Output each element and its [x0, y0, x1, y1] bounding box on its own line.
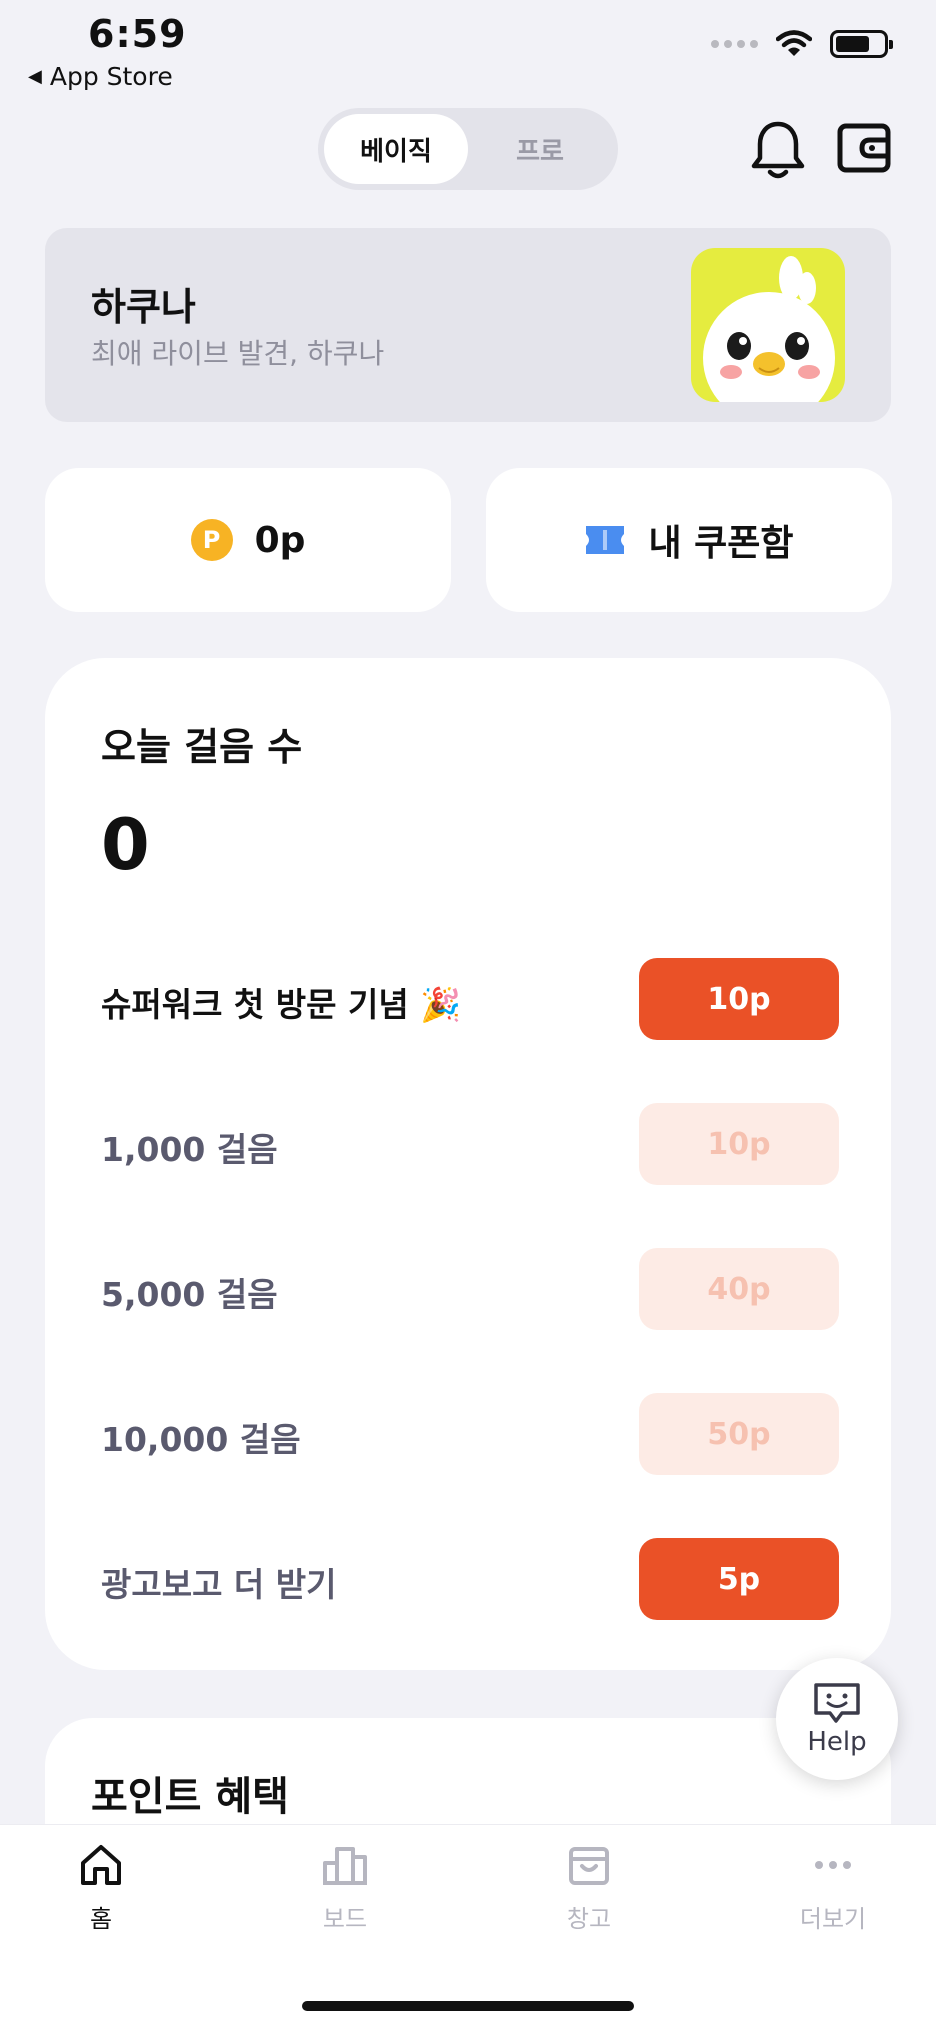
benefits-title: 포인트 혜택 — [91, 1774, 289, 1820]
plan-segment-control: 베이직 프로 — [318, 108, 618, 190]
ticket-icon — [586, 526, 625, 554]
point-benefits-card: 포인트 혜택 — [45, 1718, 891, 1838]
reward-row: 10,000 걸음 50p — [101, 1393, 839, 1475]
battery-icon — [830, 30, 893, 58]
status-time: 6:59 — [88, 12, 187, 56]
reward-row-label: 슈퍼워크 첫 방문 기념 🎉 — [101, 985, 462, 1024]
claim-5000-steps-button[interactable]: 40p — [639, 1248, 839, 1330]
bottom-tab-bar: 홈 보드 창고 더보기 — [0, 1824, 936, 2026]
tab-board-label: 보드 — [322, 1905, 368, 1933]
promo-banner[interactable]: 하쿠나 최애 라이브 발견, 하쿠나 — [45, 228, 891, 422]
coupon-label: 내 쿠폰함 — [648, 523, 794, 564]
more-icon — [815, 1861, 851, 1869]
status-indicators — [711, 30, 893, 58]
tab-board[interactable]: 보드 — [265, 1841, 425, 1961]
tab-more-label: 더보기 — [799, 1905, 867, 1933]
steps-count: 0 — [101, 804, 150, 886]
reward-row: 1,000 걸음 10p — [101, 1103, 839, 1185]
points-card[interactable]: P 0p — [45, 468, 451, 612]
reward-row-label: 10,000 걸음 — [101, 1420, 301, 1459]
tab-storage[interactable]: 창고 — [509, 1841, 669, 1961]
claim-ad-reward-button[interactable]: 5p — [639, 1538, 839, 1620]
wifi-icon — [776, 30, 812, 56]
banner-title: 하쿠나 — [91, 285, 196, 329]
reward-row: 5,000 걸음 40p — [101, 1248, 839, 1330]
chat-smile-icon — [814, 1683, 860, 1723]
cellular-signal-icon — [711, 40, 758, 48]
back-app-label: App Store — [49, 62, 173, 91]
claim-1000-steps-button[interactable]: 10p — [639, 1103, 839, 1185]
status-bar: 6:59 ◀ App Store — [0, 0, 936, 100]
home-icon — [81, 1845, 121, 1885]
claim-first-visit-button[interactable]: 10p — [639, 958, 839, 1040]
tab-more[interactable]: 더보기 — [753, 1841, 913, 1961]
duck-mascot-image — [691, 248, 845, 402]
steps-title: 오늘 걸음 수 — [101, 725, 303, 769]
segment-basic[interactable]: 베이직 — [324, 114, 468, 184]
bag-icon — [569, 1847, 609, 1885]
bell-icon[interactable] — [748, 118, 808, 182]
back-triangle-icon: ◀ — [28, 66, 42, 87]
steps-card: 오늘 걸음 수 0 슈퍼워크 첫 방문 기념 🎉 10p 1,000 걸음 10… — [45, 658, 891, 1670]
segment-pro[interactable]: 프로 — [468, 114, 612, 184]
home-indicator — [302, 2001, 634, 2011]
reward-row: 슈퍼워크 첫 방문 기념 🎉 10p — [101, 958, 839, 1040]
tab-home[interactable]: 홈 — [21, 1841, 181, 1961]
back-to-app-store[interactable]: ◀ App Store — [28, 62, 173, 91]
leaderboard-icon — [323, 1847, 367, 1885]
reward-row: 광고보고 더 받기 5p — [101, 1538, 839, 1620]
tab-storage-label: 창고 — [566, 1905, 612, 1933]
points-balance: 0p — [254, 519, 306, 561]
app-screen: 6:59 ◀ App Store 베이직 프로 하쿠나 최애 라이브 발견, 하 — [0, 0, 936, 2026]
reward-row-label: 5,000 걸음 — [101, 1275, 278, 1314]
banner-subtitle: 최애 라이브 발견, 하쿠나 — [91, 337, 385, 370]
wallet-icon[interactable] — [836, 120, 892, 176]
coupon-card[interactable]: 내 쿠폰함 — [486, 468, 892, 612]
point-coin-icon: P — [190, 519, 233, 561]
reward-row-label: 1,000 걸음 — [101, 1130, 278, 1169]
help-label: Help — [807, 1727, 867, 1757]
reward-row-label: 광고보고 더 받기 — [101, 1565, 337, 1604]
tab-home-label: 홈 — [89, 1905, 113, 1933]
claim-10000-steps-button[interactable]: 50p — [639, 1393, 839, 1475]
help-button[interactable]: Help — [776, 1658, 898, 1780]
